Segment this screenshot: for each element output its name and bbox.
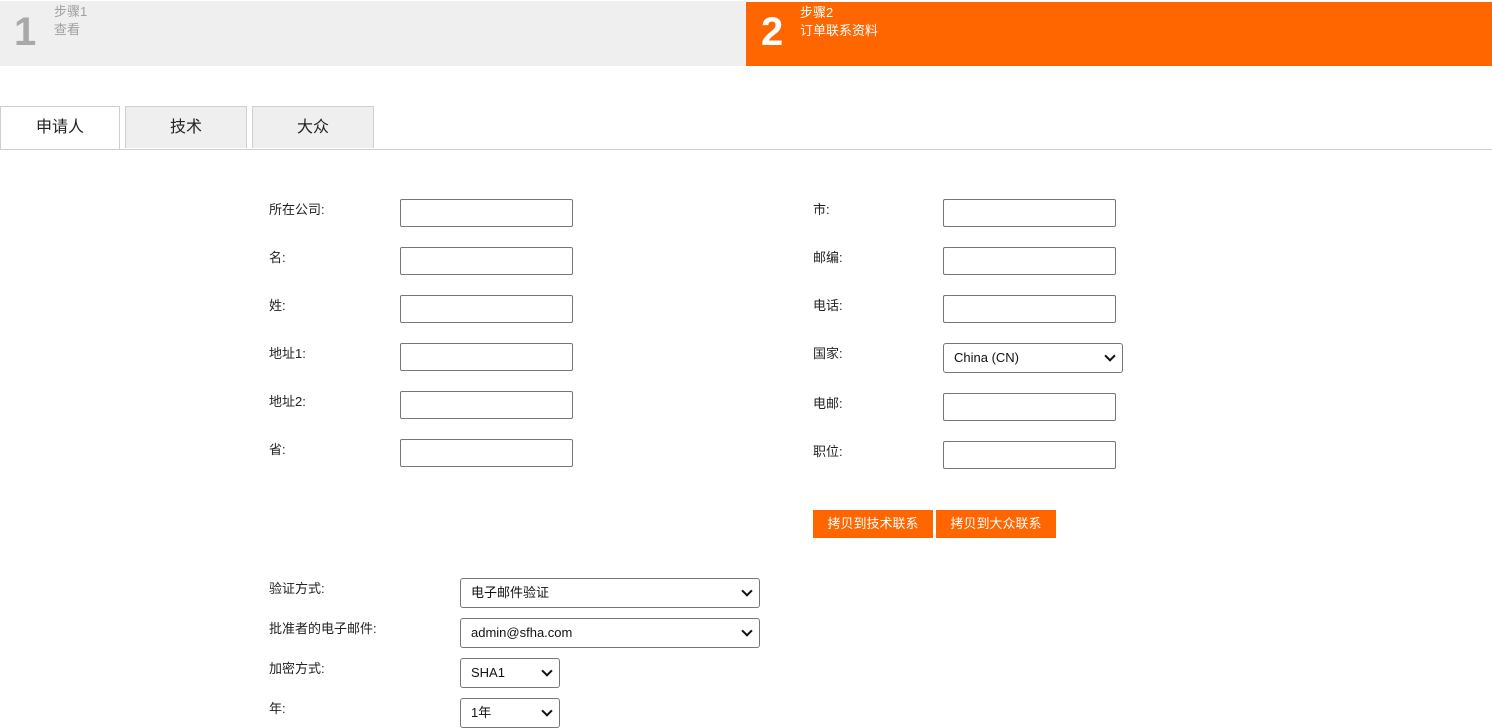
step-1-title: 步骤1 [54,4,88,19]
province-input[interactable] [400,439,573,467]
address2-input[interactable] [400,391,573,419]
address2-label: 地址2: [269,394,306,409]
years-label: 年: [269,701,286,716]
first-name-input[interactable] [400,247,573,275]
validation-method-select[interactable]: 电子邮件验证 [460,578,760,608]
first-name-label: 名: [269,250,286,265]
province-label: 省: [269,442,286,457]
address1-input[interactable] [400,343,573,371]
company-label: 所在公司: [269,202,325,217]
years-select[interactable]: 1年 [460,698,560,728]
approver-email-label: 批准者的电子邮件: [269,621,377,636]
step-1: 1 步骤1 查看 [0,1,746,66]
copy-to-public-button[interactable]: 拷贝到大众联系 [936,510,1056,538]
chevron-down-icon [541,665,553,677]
country-select[interactable]: China (CN) [943,343,1123,373]
copy-to-technical-button[interactable]: 拷贝到技术联系 [813,510,933,538]
city-label: 市: [813,202,830,217]
phone-input[interactable] [943,295,1116,323]
last-name-label: 姓: [269,298,286,313]
tab-technical[interactable]: 技术 [125,106,247,148]
chevron-down-icon [1104,350,1116,362]
encryption-value: SHA1 [471,665,505,680]
encryption-label: 加密方式: [269,661,325,676]
country-label: 国家: [813,346,843,361]
approver-email-value: admin@sfha.com [471,625,573,640]
last-name-input[interactable] [400,295,573,323]
tab-public[interactable]: 大众 [252,106,374,148]
step-2-title: 步骤2 [800,5,834,20]
chevron-down-icon [741,625,753,637]
postcode-input[interactable] [943,247,1116,275]
validation-method-label: 验证方式: [269,581,325,596]
address1-label: 地址1: [269,346,306,361]
encryption-select[interactable]: SHA1 [460,658,560,688]
contact-tabs: 申请人 技术 大众 [0,106,1492,150]
tab-applicant[interactable]: 申请人 [0,106,120,149]
step-2: 2 步骤2 订单联系资料 [746,2,1492,66]
email-input[interactable] [943,393,1116,421]
step-2-number: 2 [761,10,784,54]
years-value: 1年 [471,705,492,720]
country-select-value: China (CN) [954,350,1020,365]
city-input[interactable] [943,199,1116,227]
step-1-number: 1 [14,10,37,54]
approver-email-select[interactable]: admin@sfha.com [460,618,760,648]
step-2-subtitle: 订单联系资料 [800,23,879,38]
chevron-down-icon [741,585,753,597]
position-label: 职位: [813,444,843,459]
validation-method-value: 电子邮件验证 [471,585,550,600]
postcode-label: 邮编: [813,250,843,265]
step-1-subtitle: 查看 [54,22,81,37]
company-input[interactable] [400,199,573,227]
email-label: 电邮: [813,396,843,411]
steps-header: 1 步骤1 查看 2 步骤2 订单联系资料 [0,0,1492,66]
phone-label: 电话: [813,298,843,313]
chevron-down-icon [541,705,553,717]
position-input[interactable] [943,441,1116,469]
